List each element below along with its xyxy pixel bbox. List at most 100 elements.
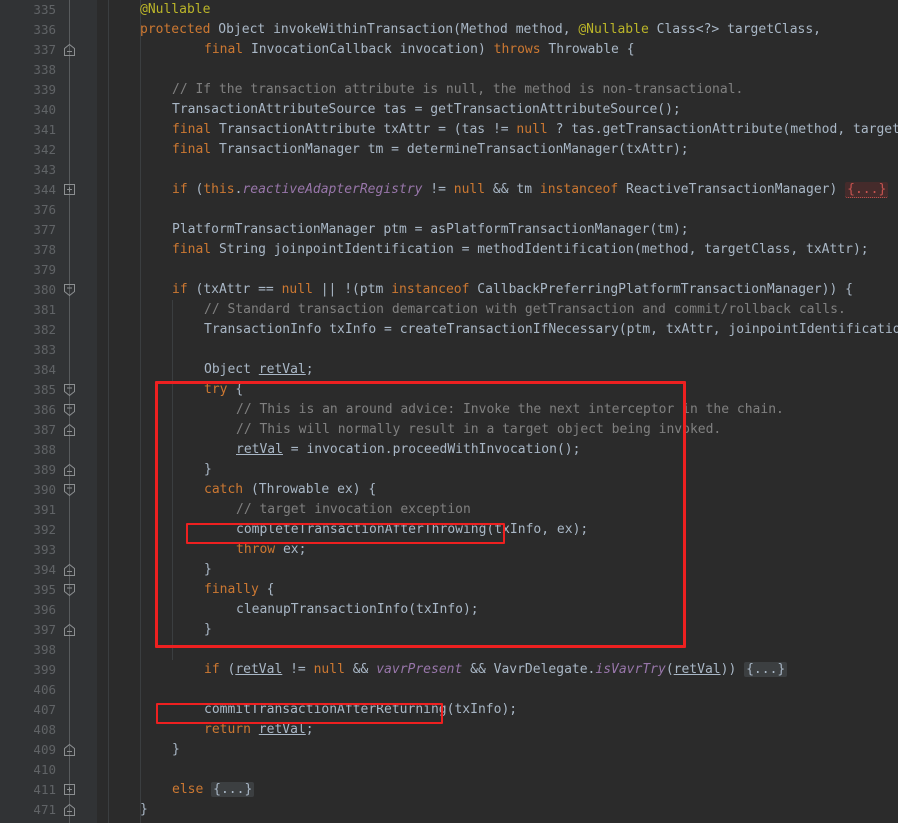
code-editor[interactable]: 3353363373383393403413423433443763773783… (0, 0, 898, 823)
code-line[interactable]: } (97, 460, 898, 480)
identifier: tm (368, 142, 384, 157)
identifier: targetClass (853, 122, 898, 137)
fold-expand-icon[interactable] (63, 783, 76, 796)
code-line[interactable] (97, 160, 898, 180)
gutter-row: 341 (0, 120, 97, 140)
identifier: String (219, 242, 266, 257)
punctuation: ; (299, 542, 307, 557)
code-line[interactable]: try { (97, 380, 898, 400)
collapsed-fold-placeholder[interactable]: {...} (211, 782, 254, 797)
code-line[interactable]: @Nullable (97, 0, 898, 20)
identifier: CallbackPreferringPlatformTransactionMan… (477, 282, 821, 297)
code-line[interactable]: } (97, 800, 898, 820)
keyword: return (204, 722, 251, 737)
fold-collapse-end-icon[interactable] (63, 803, 76, 816)
code-line[interactable]: } (97, 560, 898, 580)
fold-collapse-start-icon[interactable] (63, 283, 76, 296)
code-line[interactable]: if (txAttr == null || !(ptm instanceof C… (97, 280, 898, 300)
fold-collapse-start-icon[interactable] (63, 383, 76, 396)
code-line[interactable]: completeTransactionAfterThrowing(txInfo,… (97, 520, 898, 540)
code-line[interactable]: PlatformTransactionManager ptm = asPlatf… (97, 220, 898, 240)
code-line[interactable]: protected Object invokeWithinTransaction… (97, 20, 898, 40)
fold-expand-icon[interactable] (63, 183, 76, 196)
code-line[interactable] (97, 260, 898, 280)
code-line[interactable]: Object retVal; (97, 360, 898, 380)
code-line[interactable] (97, 760, 898, 780)
punctuation: , (541, 522, 549, 537)
code-line[interactable]: if (retVal != null && vavrPresent && Vav… (97, 660, 898, 680)
collapsed-fold-placeholder[interactable]: {...} (744, 662, 787, 677)
code-line[interactable]: // Standard transaction demarcation with… (97, 300, 898, 320)
fold-collapse-end-icon[interactable] (63, 423, 76, 436)
code-line[interactable] (97, 340, 898, 360)
gutter-row: 337 (0, 40, 97, 60)
gutter-row: 338 (0, 60, 97, 80)
keyword: if (172, 182, 188, 197)
code-line[interactable]: final TransactionAttribute txAttr = (tas… (97, 120, 898, 140)
line-number: 343 (0, 160, 56, 180)
gutter-row: 343 (0, 160, 97, 180)
code-line[interactable]: retVal = invocation.proceedWithInvocatio… (97, 440, 898, 460)
code-line[interactable] (97, 200, 898, 220)
keyword: if (204, 662, 220, 677)
fold-collapse-end-icon[interactable] (63, 743, 76, 756)
gutter-row: 384 (0, 360, 97, 380)
code-line[interactable]: // This is an around advice: Invoke the … (97, 400, 898, 420)
editor-gutter[interactable]: 3353363373383393403413423433443763773783… (0, 0, 97, 823)
code-line[interactable]: if (this.reactiveAdapterRegistry != null… (97, 180, 898, 200)
keyword: null (282, 282, 313, 297)
line-number: 395 (0, 580, 56, 600)
line-number: 378 (0, 240, 56, 260)
keyword: throw (236, 542, 275, 557)
code-line[interactable]: commitTransactionAfterReturning(txInfo); (97, 700, 898, 720)
fold-collapse-end-icon[interactable] (63, 43, 76, 56)
code-line[interactable]: TransactionAttributeSource tas = getTran… (97, 100, 898, 120)
code-line[interactable]: // If the transaction attribute is null,… (97, 80, 898, 100)
code-line[interactable]: } (97, 740, 898, 760)
identifier: txAttr (383, 122, 430, 137)
line-number: 377 (0, 220, 56, 240)
punctuation: == (258, 282, 274, 297)
code-content-area[interactable]: @Nullableprotected Object invokeWithinTr… (97, 0, 898, 823)
code-line[interactable]: // target invocation exception (97, 500, 898, 520)
fold-collapse-end-icon[interactable] (63, 463, 76, 476)
collapsed-fold-placeholder[interactable]: {...} (845, 182, 888, 198)
keyword: null (314, 662, 345, 677)
line-number: 336 (0, 20, 56, 40)
punctuation: )) (721, 662, 737, 677)
punctuation: } (204, 462, 212, 477)
code-line[interactable] (97, 640, 898, 660)
code-line[interactable]: // This will normally result in a target… (97, 420, 898, 440)
code-line[interactable]: finally { (97, 580, 898, 600)
code-line[interactable]: final String joinpointIdentification = m… (97, 240, 898, 260)
identifier: commitTransactionAfterReturning (204, 702, 447, 717)
fold-collapse-start-icon[interactable] (63, 403, 76, 416)
fold-collapse-start-icon[interactable] (63, 483, 76, 496)
keyword: this (203, 182, 234, 197)
keyword: throws (494, 42, 541, 57)
identifier: Class (657, 22, 696, 37)
identifier: completeTransactionAfterThrowing (236, 522, 486, 537)
gutter-row: 376 (0, 200, 97, 220)
code-line[interactable]: catch (Throwable ex) { (97, 480, 898, 500)
code-line[interactable]: final TransactionManager tm = determineT… (97, 140, 898, 160)
code-line[interactable] (97, 680, 898, 700)
code-line[interactable]: TransactionInfo txInfo = createTransacti… (97, 320, 898, 340)
identifier: VavrDelegate (494, 662, 588, 677)
fold-collapse-start-icon[interactable] (63, 583, 76, 596)
code-line[interactable]: return retVal; (97, 720, 898, 740)
code-line[interactable]: } (97, 620, 898, 640)
gutter-row: 408 (0, 720, 97, 740)
code-line[interactable] (97, 60, 898, 80)
punctuation: . (595, 122, 603, 137)
punctuation: && (353, 662, 369, 677)
code-line[interactable]: else {...} (97, 780, 898, 800)
punctuation: )) (822, 282, 838, 297)
code-line[interactable]: cleanupTransactionInfo(txInfo); (97, 600, 898, 620)
fold-collapse-end-icon[interactable] (63, 623, 76, 636)
code-line[interactable]: final InvocationCallback invocation) thr… (97, 40, 898, 60)
line-number: 388 (0, 440, 56, 460)
code-line[interactable]: throw ex; (97, 540, 898, 560)
fold-collapse-end-icon[interactable] (63, 563, 76, 576)
line-number: 386 (0, 400, 56, 420)
